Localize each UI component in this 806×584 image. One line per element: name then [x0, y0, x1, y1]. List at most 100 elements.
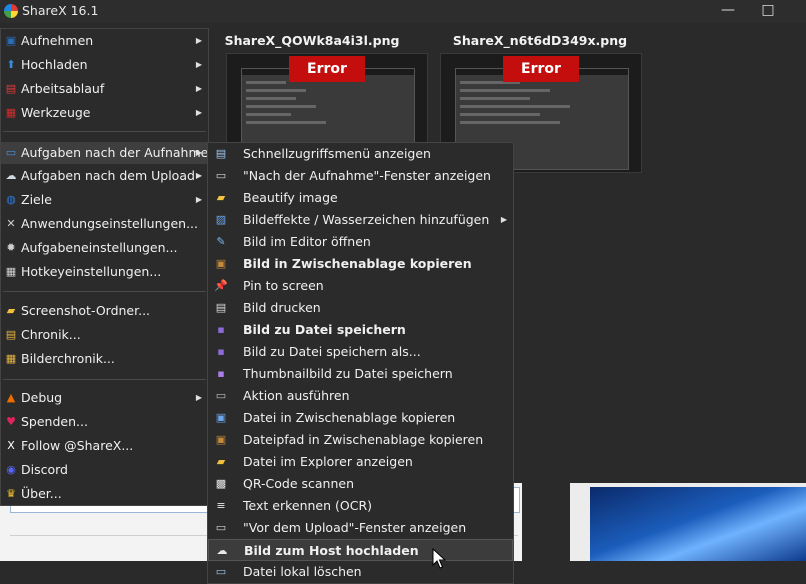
- main-context-menu: ▣ Aufnehmen ▶ ⬆ Hochladen ▶ ▤ Arbeitsablauf ▶ ▦ We…: [0, 28, 209, 506]
- menu-separator: [3, 131, 206, 132]
- folder-icon: ▰: [6, 304, 16, 317]
- menu-item-label: Aktion ausführen: [243, 388, 350, 403]
- upload-arrow-icon: ⬆: [6, 58, 16, 71]
- monitor-icon: ▭: [5, 146, 17, 159]
- menu-item[interactable]: ▤ Arbeitsablauf ▶: [1, 78, 208, 100]
- menu-item[interactable]: ✕ Anwendungseinstellungen...: [1, 213, 208, 235]
- menu-item-label: Aufgaben nach der Aufnahme: [21, 145, 209, 160]
- menu-item[interactable]: ▭ Datei lokal löschen: [208, 561, 513, 583]
- menu-item[interactable]: ▣ Dateipfad in Zwischenablage kopieren: [208, 429, 513, 451]
- menu-item[interactable]: ▭ "Nach der Aufnahme"-Fenster anzeigen: [208, 165, 513, 187]
- menu-item[interactable]: ▦ Hotkeyeinstellungen...: [1, 261, 208, 283]
- submenu-arrow-icon: ▶: [195, 84, 202, 93]
- gear-icon: ✹: [6, 241, 16, 254]
- submenu-arrow-icon: ▶: [195, 36, 202, 45]
- keyboard-icon: ▦: [5, 265, 17, 278]
- menu-item[interactable]: ▭ Aktion ausführen: [208, 385, 513, 407]
- menu-item[interactable]: ▪ Bild zu Datei speichern: [208, 319, 513, 341]
- menu-item-label: Aufgaben nach dem Upload: [21, 168, 195, 183]
- submenu-arrow-icon: ▶: [195, 108, 202, 117]
- submenu-arrow-icon: ▶: [195, 195, 202, 204]
- traffic-cone-icon: ▲: [6, 391, 16, 404]
- menu-item[interactable]: ▪ Thumbnailbild zu Datei speichern: [208, 363, 513, 385]
- clipboard-path-icon: ▣: [215, 433, 227, 446]
- menu-item[interactable]: ▩ QR-Code scannen: [208, 473, 513, 495]
- submenu-arrow-icon: ▶: [500, 215, 507, 224]
- menu-item[interactable]: ▰ Datei im Explorer anzeigen: [208, 451, 513, 473]
- menu-item-label: Screenshot-Ordner...: [21, 303, 151, 318]
- menu-item[interactable]: ✎ Bild im Editor öffnen: [208, 231, 513, 253]
- menu-item-label: Bild zu Datei speichern: [243, 322, 406, 337]
- submenu-arrow-icon: ▶: [195, 60, 202, 69]
- menu-item[interactable]: ☁ Bild zum Host hochladen: [208, 539, 513, 561]
- submenu-arrow-icon: ▶: [195, 171, 202, 180]
- menu-item[interactable]: ▣ Datei in Zwischenablage kopieren: [208, 407, 513, 429]
- menu-item[interactable]: ≡ Text erkennen (OCR): [208, 495, 513, 517]
- menu-item[interactable]: ▣ Aufnehmen ▶: [1, 30, 208, 52]
- menu-item-label: Werkzeuge: [21, 105, 91, 120]
- menu-item[interactable]: ▰ Screenshot-Ordner...: [1, 300, 208, 322]
- history-window-icon: ▤: [5, 328, 17, 341]
- menu-item[interactable]: ▤ Chronik...: [1, 324, 208, 346]
- save-disk-icon: ▪: [217, 323, 225, 336]
- menu-item-label: "Nach der Aufnahme"-Fenster anzeigen: [243, 168, 491, 183]
- menu-item[interactable]: 📌 Pin to screen: [208, 275, 513, 297]
- maximize-button[interactable]: □: [748, 0, 788, 23]
- menu-item[interactable]: ▦ Bilderchronik...: [1, 348, 208, 370]
- menu-item[interactable]: ☁ Aufgaben nach dem Upload ▶: [1, 165, 208, 187]
- x-logo-icon: X: [7, 439, 15, 452]
- menu-item[interactable]: ✹ Aufgabeneinstellungen...: [1, 237, 208, 259]
- camera-icon: ▣: [5, 34, 17, 47]
- menu-item-label: Discord: [21, 462, 68, 477]
- menu-separator: [3, 291, 206, 292]
- after-capture-submenu: ▤ Schnellzugriffsmenü anzeigen ▭ "Nach der …: [207, 142, 514, 584]
- mouse-cursor-icon: [432, 548, 446, 569]
- menu-item-label: Hotkeyeinstellungen...: [21, 264, 162, 279]
- menu-item-label: Beautify image: [243, 190, 338, 205]
- window-title: ShareX 16.1: [22, 3, 99, 18]
- image-grid-icon: ▦: [5, 352, 17, 365]
- menu-item[interactable]: ▪ Bild zu Datei speichern als...: [208, 341, 513, 363]
- menu-item[interactable]: ▤ Bild drucken: [208, 297, 513, 319]
- clipboard-file-icon: ▣: [215, 411, 227, 424]
- menu-item[interactable]: ▨ Bildeffekte / Wasserzeichen hinzufügen ▶: [208, 209, 513, 231]
- menu-item-label: Datei im Explorer anzeigen: [243, 454, 413, 469]
- menu-item[interactable]: ⬆ Hochladen ▶: [1, 54, 208, 76]
- menu-item[interactable]: ▣ Bild in Zwischenablage kopieren: [208, 253, 513, 275]
- menu-separator: [3, 379, 206, 380]
- wallpaper-image: [590, 487, 806, 561]
- minimize-button[interactable]: —: [708, 0, 748, 23]
- wrench-screwdriver-icon: ✕: [6, 217, 16, 230]
- menu-item-label: Bilderchronik...: [21, 351, 115, 366]
- globe-upload-icon: ◍: [6, 193, 16, 206]
- menu-item[interactable]: ◍ Ziele ▶: [1, 189, 208, 211]
- menu-item[interactable]: ▤ Schnellzugriffsmenü anzeigen: [208, 143, 513, 165]
- menu-item[interactable]: ▦ Werkzeuge ▶: [1, 102, 208, 124]
- qr-code-icon: ▩: [215, 477, 227, 490]
- quick-menu-icon: ▤: [215, 147, 227, 160]
- menu-item[interactable]: ▭ Aufgaben nach der Aufnahme ▶: [1, 142, 208, 164]
- menu-item-label: Arbeitsablauf: [21, 81, 105, 96]
- menu-item-label: Pin to screen: [243, 278, 324, 293]
- menu-item[interactable]: ▰ Beautify image: [208, 187, 513, 209]
- background-desktop: [570, 483, 806, 561]
- heart-icon: ♥: [6, 415, 16, 428]
- menu-item-label: Dateipfad in Zwischenablage kopieren: [243, 432, 484, 447]
- thumbnail-save-icon: ▪: [217, 367, 225, 380]
- menu-item[interactable]: ♛ Über...: [1, 483, 208, 505]
- window-icon: ▭: [215, 169, 227, 182]
- menu-item[interactable]: X Follow @ShareX...: [1, 435, 208, 457]
- printer-icon: ▤: [215, 301, 227, 314]
- menu-item-label: QR-Code scannen: [243, 476, 355, 491]
- menu-item-label: Debug: [21, 390, 63, 405]
- crown-icon: ♛: [6, 487, 16, 500]
- menu-item[interactable]: ◉ Discord: [1, 459, 208, 481]
- toolbox-icon: ▦: [5, 106, 17, 119]
- terminal-icon: ▭: [215, 389, 227, 402]
- menu-item[interactable]: ▭ "Vor dem Upload"-Fenster anzeigen: [208, 517, 513, 539]
- menu-item-label: Bild in Zwischenablage kopieren: [243, 256, 472, 271]
- menu-item[interactable]: ▲ Debug ▶: [1, 387, 208, 409]
- discord-icon: ◉: [6, 463, 16, 476]
- menu-item[interactable]: ♥ Spenden...: [1, 411, 208, 433]
- menu-item-label: Ziele: [21, 192, 52, 207]
